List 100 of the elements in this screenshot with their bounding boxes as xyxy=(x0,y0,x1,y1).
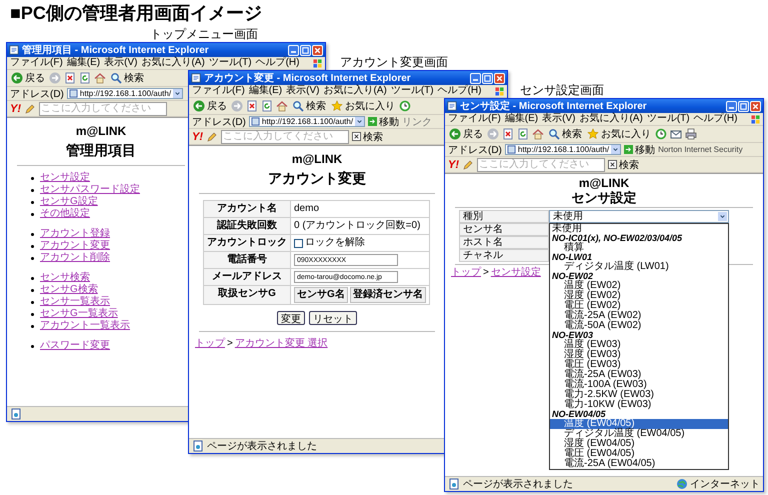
form-button[interactable]: リセット xyxy=(309,311,357,325)
menu-item[interactable]: ファイル(F) xyxy=(448,113,501,125)
favorites-button[interactable]: お気に入り xyxy=(586,127,652,141)
select-field[interactable]: 未使用 xyxy=(549,210,729,223)
menu-item[interactable]: 表示(V) xyxy=(286,85,320,97)
page-cross-icon[interactable] xyxy=(246,100,258,112)
page-cross-icon[interactable] xyxy=(64,72,76,84)
search-field[interactable]: ここに入力してください xyxy=(221,130,349,144)
minimize-button[interactable] xyxy=(726,100,737,112)
menu-item[interactable]: お気に入り(A) xyxy=(323,85,387,97)
menu-item[interactable]: ツール(T) xyxy=(208,57,252,69)
page-cross-icon[interactable] xyxy=(502,128,514,140)
go-button[interactable]: 移動 xyxy=(624,142,656,156)
menu-link[interactable]: センサ一覧表示 xyxy=(40,296,110,308)
search-button[interactable]: 検索 xyxy=(608,158,639,172)
menu-item[interactable]: お気に入り(A) xyxy=(141,57,205,69)
home-icon[interactable] xyxy=(532,128,544,140)
menu-link[interactable]: パスワード変更 xyxy=(40,340,110,352)
refresh-icon[interactable] xyxy=(79,72,91,84)
minimize-button[interactable] xyxy=(470,72,481,84)
maximize-button[interactable] xyxy=(300,44,311,56)
dropdown-option[interactable]: 電流-100A (EW03) xyxy=(550,380,728,390)
pencil-icon[interactable] xyxy=(206,130,218,142)
dropdown-option[interactable]: 電流-25A (EW03) xyxy=(550,370,728,380)
dropdown-option[interactable]: 未使用 xyxy=(550,224,728,234)
menu-link[interactable]: センサパスワード設定 xyxy=(40,184,140,196)
menu-link[interactable]: アカウント削除 xyxy=(40,252,110,264)
favorites-button[interactable]: お気に入り xyxy=(330,99,396,113)
menu-item[interactable]: 編集(E) xyxy=(66,57,100,69)
links-label[interactable]: リンク xyxy=(402,114,432,128)
search-button[interactable]: 検索 xyxy=(352,130,383,144)
menu-link[interactable]: その他設定 xyxy=(40,208,90,220)
dropdown-option[interactable]: 温度 (EW03) xyxy=(550,340,728,350)
clock-icon[interactable] xyxy=(399,100,411,112)
home-icon[interactable] xyxy=(94,72,106,84)
dropdown-option[interactable]: 湿度 (EW02) xyxy=(550,291,728,301)
dropdown-option[interactable]: 電圧 (EW02) xyxy=(550,301,728,311)
menu-item[interactable]: ツール(T) xyxy=(646,113,690,125)
menu-item[interactable]: ヘルプ(H) xyxy=(256,57,300,69)
dropdown-option[interactable]: 湿度 (EW03) xyxy=(550,350,728,360)
menu-link[interactable]: アカウント登録 xyxy=(40,228,110,240)
minimize-button[interactable] xyxy=(288,44,299,56)
back-button[interactable]: 戻る xyxy=(10,71,46,85)
address-field[interactable]: http://192.168.1.100/auth/ xyxy=(504,144,622,155)
breadcrumb-link[interactable]: センサ設定 xyxy=(490,267,541,279)
dropdown-option[interactable]: 電圧 (EW03) xyxy=(550,360,728,370)
caret-icon[interactable] xyxy=(173,89,182,98)
menu-item[interactable]: 編集(E) xyxy=(248,85,282,97)
dropdown-option[interactable]: ディジタル温度 (LW01) xyxy=(550,262,728,272)
dropdown-option[interactable]: 湿度 (EW04/05) xyxy=(550,439,728,449)
dropdown-option[interactable]: 電流-50A (EW02) xyxy=(550,321,728,331)
menu-item[interactable]: お気に入り(A) xyxy=(579,113,643,125)
search-field[interactable]: ここに入力してください xyxy=(39,102,167,116)
address-field[interactable]: http://192.168.1.100/auth/ xyxy=(66,88,184,99)
search-button[interactable]: 検索 xyxy=(547,127,583,141)
close-button[interactable] xyxy=(312,44,323,56)
menu-item[interactable]: ヘルプ(H) xyxy=(438,85,482,97)
maximize-button[interactable] xyxy=(738,100,749,112)
checkbox[interactable] xyxy=(294,238,303,248)
go-button[interactable]: 移動 xyxy=(368,114,400,128)
dropdown-option[interactable]: 電力-2.5KW (EW03) xyxy=(550,390,728,400)
dropdown-option[interactable]: ディジタル温度 (EW04/05) xyxy=(550,429,728,439)
menu-link[interactable]: センサG一覧表示 xyxy=(40,308,118,320)
back-button[interactable]: 戻る xyxy=(192,99,228,113)
refresh-icon[interactable] xyxy=(517,128,529,140)
refresh-icon[interactable] xyxy=(261,100,273,112)
menu-item[interactable]: ファイル(F) xyxy=(192,85,245,97)
pencil-icon[interactable] xyxy=(462,158,474,170)
search-field[interactable]: ここに入力してください xyxy=(477,158,605,172)
breadcrumb-link[interactable]: トップ xyxy=(451,267,481,279)
menu-item[interactable]: 編集(E) xyxy=(504,113,538,125)
menu-link[interactable]: センサG検索 xyxy=(40,284,98,296)
close-button[interactable] xyxy=(494,72,505,84)
menu-item[interactable]: ツール(T) xyxy=(390,85,434,97)
menu-link[interactable]: センサ検索 xyxy=(40,272,90,284)
caret-icon[interactable] xyxy=(611,145,620,154)
address-field[interactable]: http://192.168.1.100/auth/ xyxy=(248,116,366,127)
menu-item[interactable]: ヘルプ(H) xyxy=(694,113,738,125)
menu-item[interactable]: 表示(V) xyxy=(542,113,576,125)
menu-link[interactable]: アカウント一覧表示 xyxy=(40,320,130,332)
home-icon[interactable] xyxy=(276,100,288,112)
search-button[interactable]: 検索 xyxy=(291,99,327,113)
dropdown-option[interactable]: 電圧 (EW04/05) xyxy=(550,449,728,459)
dropdown-option[interactable]: 積算 xyxy=(550,243,728,253)
clock-icon[interactable] xyxy=(655,128,667,140)
toolbar-label[interactable]: Norton Internet Security xyxy=(658,145,743,154)
search-button[interactable]: 検索 xyxy=(109,71,145,85)
pencil-icon[interactable] xyxy=(24,102,36,114)
breadcrumb-link[interactable]: トップ xyxy=(195,338,225,350)
menu-link[interactable]: センサG設定 xyxy=(40,196,98,208)
dropdown-option[interactable]: 電流-25A (EW04/05) xyxy=(550,459,728,469)
breadcrumb-link[interactable]: アカウント変更 選択 xyxy=(234,338,328,350)
menu-link[interactable]: アカウント変更 xyxy=(40,240,110,252)
dropdown-option[interactable]: 電流-25A (EW02) xyxy=(550,311,728,321)
back-button[interactable]: 戻る xyxy=(448,127,484,141)
caret-icon[interactable] xyxy=(355,117,364,126)
printer-icon[interactable] xyxy=(685,128,697,140)
envelope-icon[interactable] xyxy=(670,128,682,140)
form-button[interactable]: 変更 xyxy=(277,311,305,325)
menu-link[interactable]: センサ設定 xyxy=(40,172,90,184)
